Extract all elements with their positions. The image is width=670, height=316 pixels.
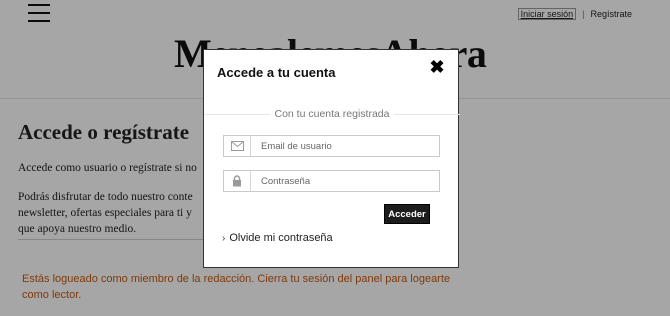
email-field[interactable] bbox=[223, 135, 440, 157]
password-field[interactable] bbox=[223, 170, 440, 192]
forgot-password-link[interactable]: › Olvide mi contraseña bbox=[222, 232, 333, 244]
close-icon[interactable]: ✖ bbox=[428, 58, 446, 76]
envelope-icon bbox=[224, 136, 251, 156]
forgot-password-label: Olvide mi contraseña bbox=[229, 232, 333, 244]
password-input[interactable] bbox=[251, 171, 439, 191]
section-label: Con tu cuenta registrada bbox=[269, 108, 395, 120]
section-divider: Con tu cuenta registrada bbox=[204, 108, 460, 120]
modal-title: Accede a tu cuenta bbox=[217, 65, 336, 80]
login-modal: Accede a tu cuenta ✖ Con tu cuenta regis… bbox=[203, 49, 460, 268]
submit-button[interactable]: Acceder bbox=[384, 204, 430, 224]
lock-icon bbox=[224, 171, 251, 191]
chevron-right-icon: › bbox=[222, 232, 226, 244]
email-input[interactable] bbox=[251, 136, 439, 156]
